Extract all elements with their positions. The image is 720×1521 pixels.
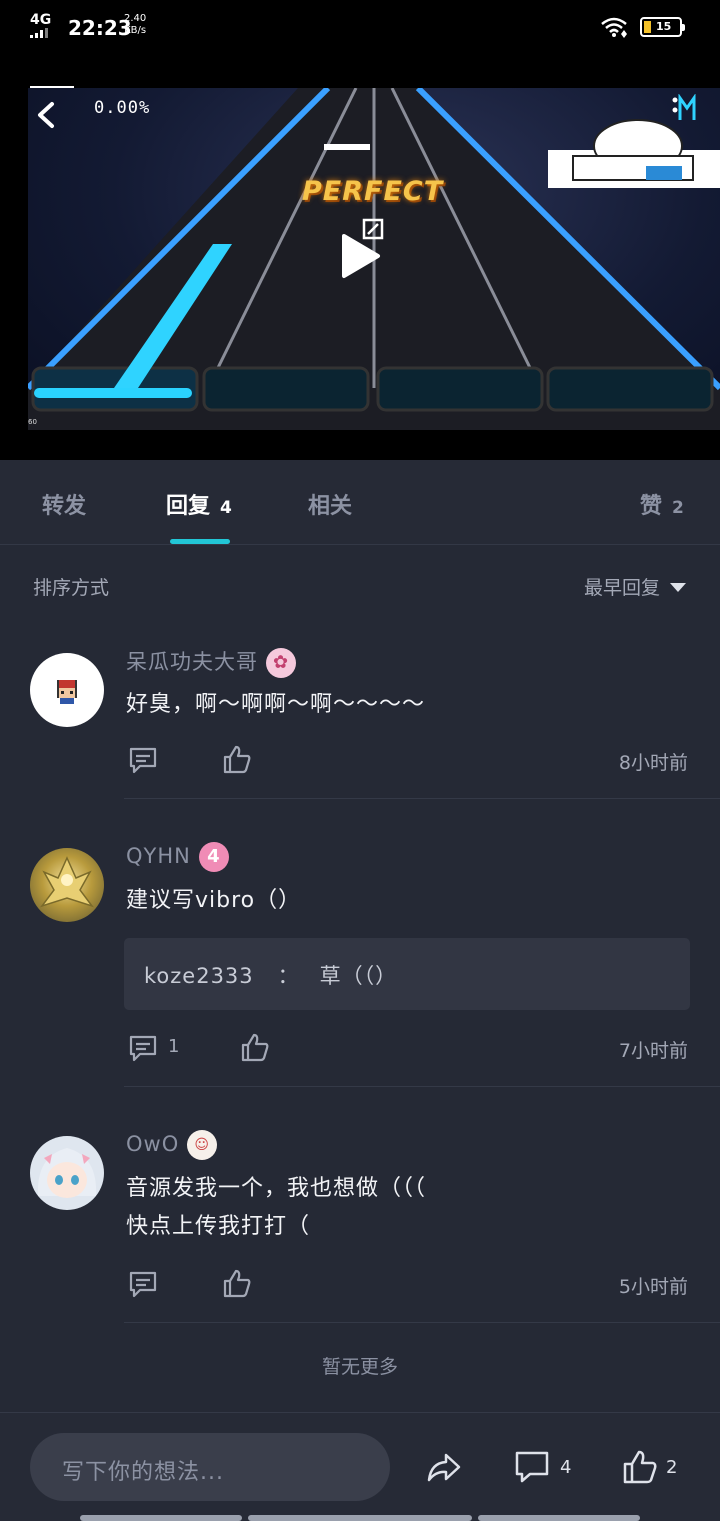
sort-label: 排序方式 xyxy=(33,577,110,599)
avatar[interactable] xyxy=(30,848,104,922)
app-logo-icon xyxy=(672,94,696,120)
pixel-character-icon xyxy=(57,680,77,704)
share-icon[interactable] xyxy=(426,1449,462,1485)
video-progress-line xyxy=(30,86,74,88)
level-badge: 4 xyxy=(198,842,229,872)
tab-bar: 转发 回复 4 相关 赞2 xyxy=(0,460,720,545)
video-progress-percent: 0.00% xyxy=(94,98,151,118)
gesture-bar xyxy=(248,1515,472,1521)
comment-username[interactable]: 呆瓜功夫大哥 ✿ xyxy=(126,646,296,678)
reply-icon[interactable] xyxy=(128,1270,158,1298)
back-arrow-icon[interactable] xyxy=(32,100,62,130)
tab-label: 转发 xyxy=(42,494,87,519)
tab-label: 赞 xyxy=(640,494,663,519)
reply-username: koze2333 xyxy=(144,964,254,988)
battery-icon: 15 xyxy=(640,17,685,37)
comment-text: 建议写vibro（） xyxy=(126,888,302,913)
tab-likes[interactable]: 赞2 xyxy=(640,488,684,520)
avatar[interactable] xyxy=(30,1136,104,1210)
tab-related[interactable]: 相关 xyxy=(308,488,352,520)
reply-separator: ： xyxy=(277,964,300,988)
reply-preview-text: koze2333 ： 草（（） xyxy=(144,960,397,990)
comment-text-line: 快点上传我打打（ xyxy=(126,1214,311,1239)
gesture-bar xyxy=(80,1515,242,1521)
signal-icon xyxy=(30,28,48,38)
tab-label: 相关 xyxy=(308,494,353,519)
video-player[interactable]: PERFECT 60 0.00% xyxy=(0,58,720,460)
active-tab-indicator xyxy=(170,539,230,544)
tab-reposts[interactable]: 转发 xyxy=(42,488,86,520)
divider xyxy=(124,798,720,799)
thumbs-up-icon[interactable] xyxy=(622,1449,658,1485)
comment-icon[interactable] xyxy=(514,1449,550,1485)
comment-time: 8小时前 xyxy=(618,752,688,774)
network-speed: 2.40 KB/s xyxy=(124,13,146,37)
like-count: 2 xyxy=(666,1457,678,1478)
tab-label: 回复 xyxy=(166,494,211,519)
network-type: 4G xyxy=(30,12,52,28)
comment-time: 7小时前 xyxy=(618,1040,688,1062)
bottom-action-bar: 写下你的想法... 4 2 xyxy=(0,1412,720,1521)
comment-text-line: 音源发我一个，我也想做（（（ xyxy=(126,1176,427,1201)
sort-bar: 排序方式 最早回复 xyxy=(0,545,720,621)
divider xyxy=(124,1086,720,1087)
wifi-icon xyxy=(601,17,627,38)
battery-level: 15 xyxy=(656,20,672,33)
comment-text: 音源发我一个，我也想做（（（ 快点上传我打打（ xyxy=(126,1170,426,1246)
judgement-text: PERFECT xyxy=(302,176,444,207)
speed-value: 2.40 xyxy=(124,13,147,24)
character-badge-icon: ☺ xyxy=(187,1130,218,1160)
comment-time: 5小时前 xyxy=(618,1276,688,1298)
reply-content: 草（（） xyxy=(319,964,398,988)
tab-count: 4 xyxy=(220,498,232,518)
comment-count: 4 xyxy=(560,1457,572,1478)
gesture-bar xyxy=(478,1515,640,1521)
status-bar: 4G 22:23 2.40 KB/s 15 xyxy=(0,0,720,58)
comment-username[interactable]: QYHN 4 xyxy=(126,842,229,872)
sort-dropdown[interactable]: 最早回复 xyxy=(584,573,660,600)
rabbit-badge-icon: ✿ xyxy=(266,648,296,678)
golden-figure-icon xyxy=(39,856,95,908)
clock: 22:23 xyxy=(68,16,132,40)
anime-girl-icon xyxy=(37,1148,97,1198)
speed-unit: KB/s xyxy=(124,25,147,36)
thumbs-up-icon[interactable] xyxy=(222,744,252,774)
fullscreen-toggle-icon[interactable] xyxy=(362,218,384,240)
avatar[interactable] xyxy=(30,653,104,727)
comment-input-placeholder: 写下你的想法... xyxy=(62,1460,224,1485)
reply-count: 1 xyxy=(168,1036,180,1057)
reply-icon[interactable] xyxy=(128,746,158,774)
thumbs-up-icon[interactable] xyxy=(240,1032,270,1062)
comment-text: 好臭，啊～啊啊～啊～～～～ xyxy=(126,692,426,717)
divider xyxy=(124,1322,720,1323)
tab-replies[interactable]: 回复 4 xyxy=(166,488,232,520)
tab-count: 2 xyxy=(672,498,684,518)
fps-counter: 60 xyxy=(28,418,37,426)
comment-username[interactable]: OwO ☺ xyxy=(126,1130,218,1160)
no-more-text: 暂无更多 xyxy=(321,1356,398,1378)
reply-preview[interactable]: koze2333 ： 草（（） xyxy=(124,938,690,1010)
chevron-down-icon[interactable] xyxy=(670,583,686,592)
thumbs-up-icon[interactable] xyxy=(222,1268,252,1298)
comment-input[interactable]: 写下你的想法... xyxy=(30,1433,390,1501)
reply-icon[interactable] xyxy=(128,1034,158,1062)
